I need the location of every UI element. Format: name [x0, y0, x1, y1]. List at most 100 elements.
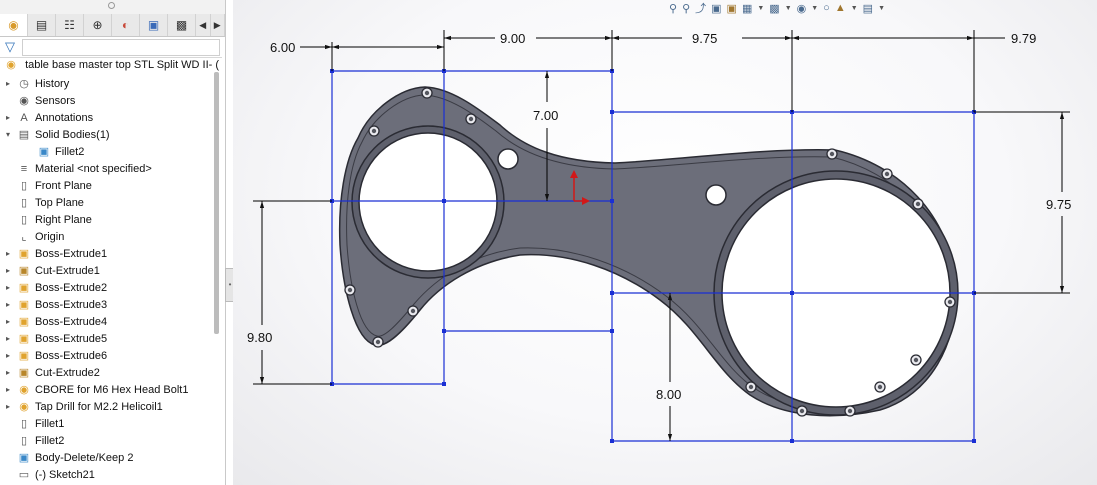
- tab-display-manager[interactable]: ◐: [112, 14, 140, 36]
- tree-item[interactable]: ▯ Top Plane: [0, 194, 215, 211]
- tree-item-label: (-) Sketch21: [35, 468, 95, 481]
- tree-item[interactable]: ▭ (-) Sketch21: [0, 466, 215, 483]
- dimension-label[interactable]: 7.00: [533, 108, 558, 123]
- panel-grip[interactable]: [0, 0, 225, 14]
- chevron-down-icon[interactable]: ▼: [757, 5, 764, 12]
- tree-item[interactable]: ▸ ▣ Boss-Extrude4: [0, 313, 215, 330]
- cut-icon: ▣: [18, 265, 30, 277]
- zoom-area-icon[interactable]: ⚲: [682, 2, 690, 15]
- chevron-down-icon[interactable]: ▼: [878, 5, 885, 12]
- left-bore[interactable]: [351, 125, 505, 279]
- tree-item[interactable]: ▯ Fillet2: [0, 432, 215, 449]
- tab-property-manager[interactable]: ▤: [28, 14, 56, 36]
- tree-item[interactable]: ▸ ▣ Boss-Extrude2: [0, 279, 215, 296]
- chevron-right-icon[interactable]: ▸: [3, 402, 13, 411]
- chevron-right-icon[interactable]: ▸: [3, 368, 13, 377]
- plane-icon: ▯: [20, 197, 28, 209]
- tree-item[interactable]: ▸ ▣ Boss-Extrude6: [0, 347, 215, 364]
- tab-feature-manager[interactable]: ◉: [0, 14, 28, 36]
- chevron-right-icon[interactable]: ▸: [3, 334, 13, 343]
- tree-item-label: Material <not specified>: [35, 162, 152, 175]
- display-style-icon[interactable]: ▩: [769, 2, 779, 15]
- tree-item[interactable]: ▸ ▣ Cut-Extrude2: [0, 364, 215, 381]
- tree-root-part[interactable]: ◉ table base master top STL Split WD II-…: [4, 58, 219, 74]
- chevron-down-icon[interactable]: ▾: [3, 130, 13, 139]
- small-hole-1[interactable]: [497, 148, 519, 170]
- view-settings-icon[interactable]: ▤: [863, 2, 873, 15]
- tab-cam-manager[interactable]: ▣: [140, 14, 168, 36]
- tree-item[interactable]: ▣ Body-Delete/Keep 2: [0, 449, 215, 466]
- edit-appearance-icon[interactable]: ○: [823, 2, 830, 14]
- tree-item[interactable]: ▸ ▣ Boss-Extrude1: [0, 245, 215, 262]
- bolt-hole-center: [799, 408, 805, 414]
- dimension-label[interactable]: 9.79: [1011, 31, 1036, 46]
- filter-icon[interactable]: ▽: [5, 39, 15, 55]
- chevron-right-icon[interactable]: ▸: [3, 113, 13, 122]
- dimxpert-icon: ⊕: [92, 18, 103, 32]
- dimension-label[interactable]: 9.00: [500, 31, 525, 46]
- dimension-label[interactable]: 6.00: [270, 40, 295, 55]
- chevron-right-icon[interactable]: ▸: [3, 351, 13, 360]
- chevron-icon: •: [228, 280, 232, 289]
- tab-dimxpert-manager[interactable]: ⊕: [84, 14, 112, 36]
- feature-manager-icon: ◉: [8, 18, 19, 32]
- tab-scroll-left[interactable]: ◀: [196, 14, 211, 36]
- manager-tabs: ◉ ▤ ☷ ⊕ ◐ ▣ ▩ ◀ ▶: [0, 14, 225, 37]
- chevron-right-icon[interactable]: ▸: [3, 283, 13, 292]
- tree-item[interactable]: ◉ Sensors: [0, 92, 215, 109]
- filter-input[interactable]: [22, 39, 220, 56]
- part-drawing[interactable]: 6.00 9.00 9.75 9.79 7.00 9.75 9.80 8.00: [233, 0, 1097, 485]
- dimension-label[interactable]: 9.75: [1046, 197, 1071, 212]
- tree-item[interactable]: ▸ ◉ CBORE for M6 Hex Head Bolt1: [0, 381, 215, 398]
- tree-item[interactable]: ▾ ▤ Solid Bodies(1): [0, 126, 215, 143]
- feature-manager-panel: ◉ ▤ ☷ ⊕ ◐ ▣ ▩ ◀ ▶ ▽ ◉ table base master …: [0, 0, 226, 485]
- bolt-hole-center: [468, 116, 474, 122]
- tree-item[interactable]: ≡ Material <not specified>: [0, 160, 215, 177]
- tree-item-label: Fillet2: [55, 145, 85, 158]
- tree-scrollbar[interactable]: [214, 72, 219, 334]
- previous-view-icon[interactable]: ⤴: [695, 0, 706, 16]
- tree-item[interactable]: ▸ ▣ Cut-Extrude1: [0, 262, 215, 279]
- tab-configuration-manager[interactable]: ☷: [56, 14, 84, 36]
- hide-show-icon[interactable]: ◉: [797, 2, 807, 15]
- triangle-left-icon: ◀: [199, 19, 207, 30]
- tree-item[interactable]: ▸ A Annotations: [0, 109, 215, 126]
- dimension-label[interactable]: 8.00: [656, 387, 681, 402]
- tree-item-label: Top Plane: [35, 196, 84, 209]
- tree-item[interactable]: ⌞ Origin: [0, 228, 215, 245]
- graphics-area[interactable]: 6.00 9.00 9.75 9.79 7.00 9.75 9.80 8.00 …: [233, 0, 1097, 485]
- extrude-icon: ▣: [18, 282, 30, 294]
- chevron-right-icon[interactable]: ▸: [3, 249, 13, 258]
- chevron-right-icon[interactable]: ▸: [3, 300, 13, 309]
- tree-item[interactable]: ▯ Right Plane: [0, 211, 215, 228]
- zoom-to-fit-icon[interactable]: ⚲: [669, 2, 677, 15]
- tree-item[interactable]: ▸ ◷ History: [0, 75, 215, 92]
- configuration-icon: ☷: [64, 18, 75, 32]
- small-hole-2[interactable]: [705, 184, 727, 206]
- apply-scene-icon[interactable]: ▲: [835, 2, 846, 14]
- tree-item-label: Sensors: [35, 94, 76, 107]
- tree-item[interactable]: ▸ ◉ Tap Drill for M2.2 Helicoil1: [0, 398, 215, 415]
- history-icon: ◷: [19, 78, 29, 90]
- tab-appearances[interactable]: ▩: [168, 14, 196, 36]
- tab-scroll-right[interactable]: ▶: [211, 14, 225, 36]
- chevron-right-icon[interactable]: ▸: [3, 385, 13, 394]
- tree-item[interactable]: ▸ ▣ Boss-Extrude3: [0, 296, 215, 313]
- chevron-down-icon[interactable]: ▼: [811, 5, 818, 12]
- tree-item[interactable]: ▸ ▣ Boss-Extrude5: [0, 330, 215, 347]
- dimension-label[interactable]: 9.80: [247, 330, 272, 345]
- hole-icon: ◉: [19, 384, 29, 396]
- extrude-icon: ▣: [18, 299, 30, 311]
- dynamic-annotation-icon[interactable]: ▣: [727, 2, 737, 15]
- tree-item[interactable]: ▯ Front Plane: [0, 177, 215, 194]
- tree-item[interactable]: ▯ Fillet1: [0, 415, 215, 432]
- chevron-right-icon[interactable]: ▸: [3, 266, 13, 275]
- chevron-right-icon[interactable]: ▸: [3, 79, 13, 88]
- view-orientation-icon[interactable]: ▦: [742, 2, 752, 15]
- chevron-down-icon[interactable]: ▼: [851, 5, 858, 12]
- tree-item[interactable]: ▣ Fillet2: [0, 143, 235, 160]
- dimension-label[interactable]: 9.75: [692, 31, 717, 46]
- chevron-right-icon[interactable]: ▸: [3, 317, 13, 326]
- chevron-down-icon[interactable]: ▼: [785, 5, 792, 12]
- section-view-icon[interactable]: ▣: [711, 2, 721, 15]
